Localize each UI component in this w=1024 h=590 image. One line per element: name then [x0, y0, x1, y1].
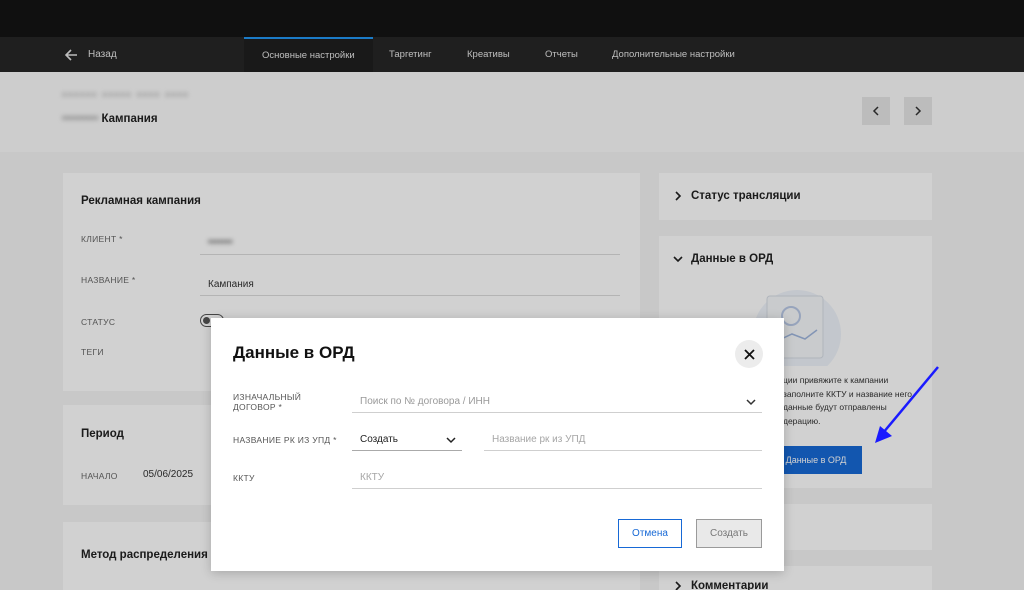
rk-mode-value: Создать: [360, 434, 399, 445]
kktu-input[interactable]: [352, 467, 762, 489]
contract-label-line2: ДОГОВОР *: [233, 402, 283, 412]
kktu-label: ККТУ: [233, 473, 255, 483]
close-button[interactable]: [735, 340, 763, 368]
rk-mode-select[interactable]: Создать: [352, 429, 462, 451]
chevron-down-icon: [446, 436, 456, 443]
contract-placeholder: Поиск по № договора / ИНН: [360, 396, 490, 407]
cancel-button[interactable]: Отмена: [618, 519, 682, 548]
contract-select[interactable]: Поиск по № договора / ИНН: [352, 391, 762, 413]
contract-label-line1: ИЗНАЧАЛЬНЫЙ: [233, 392, 302, 402]
modal-title: Данные в ОРД: [233, 343, 355, 362]
contract-label: ИЗНАЧАЛЬНЫЙ ДОГОВОР *: [233, 392, 301, 412]
close-icon: [743, 348, 755, 360]
create-button[interactable]: Создать: [696, 519, 762, 548]
ord-modal: Данные в ОРД ИЗНАЧАЛЬНЫЙ ДОГОВОР * Поиск…: [211, 318, 784, 571]
chevron-down-icon: [746, 398, 756, 405]
rk-name-label: НАЗВАНИЕ РК ИЗ УПД *: [233, 435, 337, 445]
rk-name-input[interactable]: [484, 429, 762, 451]
